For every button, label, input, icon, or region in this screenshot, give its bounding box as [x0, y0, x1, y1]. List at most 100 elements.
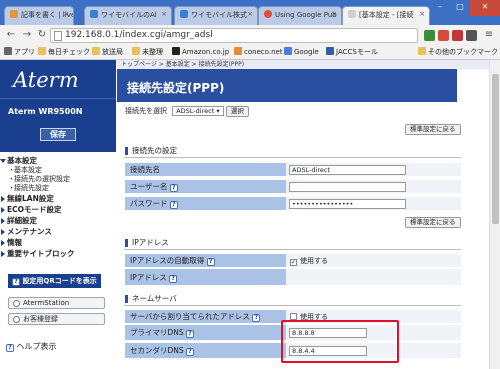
help-link[interactable]: ? ヘルプ表示 [6, 341, 57, 352]
amazon-icon [172, 47, 180, 55]
connection-select-row: 接続先を選択 ADSL-direct ▾ 選択 [125, 106, 249, 117]
blog-icon [10, 10, 18, 18]
menu-sub-connection-select[interactable]: 接続先の選択設定 [0, 175, 116, 184]
close-icon[interactable]: × [419, 10, 425, 18]
page-content: Aterm Aterm WR9500N 保存 基本設定 基本設定 接続先の選択設… [0, 60, 489, 369]
page-title: 接続先設定(PPP) [117, 69, 457, 102]
tab-ymobile-2[interactable]: ワイモバイル株式 × [174, 6, 258, 25]
scrollbar-thumb[interactable] [492, 74, 499, 224]
help-icon[interactable]: ? [186, 330, 195, 338]
folder-icon [418, 47, 426, 55]
section-name-server: ネームサーバ [124, 292, 461, 306]
aterm-logo: Aterm [0, 60, 116, 98]
extension-icon[interactable] [452, 30, 463, 41]
menu-info[interactable]: 情報 [0, 237, 116, 248]
bookmark-other[interactable]: その他のブックマーク [418, 47, 498, 57]
row-username: ユーザー名 ? [125, 180, 461, 194]
section-ip-address: IPアドレス [124, 236, 461, 250]
breadcrumb: トップページ > 基本設定 > 接続先設定(PPP) [117, 60, 489, 69]
menu-eco-mode[interactable]: ECOモード設定 [0, 204, 116, 215]
help-icon: ? [6, 344, 14, 352]
google-icon [264, 10, 272, 18]
menu-sub-basic[interactable]: 基本設定 [0, 166, 116, 175]
help-icon[interactable]: ? [206, 258, 215, 266]
section-connection-settings: 接続先の設定 [124, 144, 461, 158]
reload-icon[interactable]: ↻ [35, 28, 49, 42]
tab-aterm-settings[interactable]: [基本設定 - [接続 × [342, 6, 430, 25]
minimize-icon[interactable]: – [430, 0, 450, 16]
page-icon [54, 31, 62, 41]
bookmark-folder[interactable]: 未整理 [132, 47, 163, 57]
connection-name-input[interactable]: ADSL-direct [289, 165, 406, 175]
help-icon[interactable]: ? [169, 201, 178, 209]
folder-icon [92, 47, 100, 55]
close-icon[interactable]: × [63, 10, 69, 18]
close-icon[interactable]: × [331, 10, 337, 18]
folder-icon [132, 47, 140, 55]
gmail-icon[interactable] [438, 30, 449, 41]
help-icon[interactable]: ? [252, 314, 261, 322]
row-ip-address: IPアドレス ? [125, 269, 461, 286]
menu-icon[interactable]: ≡ [482, 28, 496, 42]
menu-maintenance[interactable]: メンテナンス [0, 226, 116, 237]
select-button[interactable]: 選択 [225, 106, 249, 117]
bookmark-coneco[interactable]: coneco.net [234, 47, 283, 56]
bookmarks-bar: アプリ 毎日チェック 放送局 未整理 Amazon.co.jp coneco.n… [0, 45, 500, 60]
window-controls: – □ ✕ [430, 0, 500, 16]
tab-bar: 記事を書く | live × ワイモバイルのAl × ワイモバイル株式 × Using… [0, 0, 500, 25]
bookmark-apps[interactable]: アプリ [4, 47, 35, 57]
password-input[interactable]: •••••••••••••••• [289, 199, 406, 209]
row-password: パスワード ? •••••••••••••••• [125, 197, 461, 211]
maximize-icon[interactable]: □ [450, 0, 470, 16]
tab-ymobile-1[interactable]: ワイモバイルのAl × [84, 6, 172, 25]
auto-ip-checkbox[interactable]: ✓ 使用する [290, 257, 328, 266]
menu-sub-connection-settings[interactable]: 接続先設定 [0, 184, 116, 193]
bookmark-folder[interactable]: 放送局 [92, 47, 123, 57]
extension-icon[interactable] [466, 30, 477, 41]
bookmark-amazon[interactable]: Amazon.co.jp [172, 47, 229, 56]
bookmark-folder[interactable]: 毎日チェック [38, 47, 90, 57]
apps-icon [4, 47, 12, 55]
bookmark-google[interactable]: Google [284, 47, 319, 56]
menu-site-block[interactable]: 重要サイトブロック [0, 248, 116, 259]
bookmark-jaccs[interactable]: JACCSモール [326, 47, 378, 57]
row-connection-name: 接続先名 ADSL-direct [125, 163, 461, 177]
atermstation-button[interactable]: AtermStation [8, 297, 105, 309]
close-icon[interactable]: × [161, 10, 167, 18]
close-icon[interactable]: × [247, 10, 253, 18]
qr-code-button[interactable]: ? 設定用QRコードを表示 [8, 274, 101, 288]
back-icon[interactable]: ← [4, 28, 18, 42]
help-icon[interactable]: ? [186, 348, 195, 356]
jaccs-icon [326, 47, 334, 55]
username-input[interactable] [289, 182, 406, 192]
forward-icon[interactable]: → [20, 28, 34, 42]
menu-basic-settings[interactable]: 基本設定 [0, 155, 116, 166]
folder-icon [38, 47, 46, 55]
help-icon[interactable]: ? [169, 275, 178, 283]
restore-defaults-button[interactable]: 標準設定に戻る [405, 124, 461, 135]
tab-blog[interactable]: 記事を書く | live × [4, 6, 74, 25]
field-label: 接続先名 [125, 163, 286, 177]
ip-address-value [286, 269, 461, 286]
sidebar-menu: 基本設定 基本設定 接続先の選択設定 接続先設定 無線LAN設定 ECOモード設… [0, 155, 116, 259]
highlight-box [281, 320, 399, 363]
coneco-icon [234, 47, 242, 55]
close-window-icon[interactable]: ✕ [470, 0, 500, 16]
address-bar[interactable]: 192.168.0.1/index.cgi/amgr_adsl [50, 28, 418, 43]
connection-select[interactable]: ADSL-direct ▾ [172, 106, 224, 116]
model-name: Aterm WR9500N [0, 98, 116, 120]
scrollbar[interactable] [489, 60, 500, 369]
menu-advanced[interactable]: 詳細設定 [0, 215, 116, 226]
menu-wireless-lan[interactable]: 無線LAN設定 [0, 193, 116, 204]
restore-defaults-button[interactable]: 標準設定に戻る [405, 217, 461, 228]
extension-icon[interactable] [424, 30, 435, 41]
row-auto-ip: IPアドレスの自動取得 ? ✓ 使用する [125, 254, 461, 268]
tab-google-dns[interactable]: Using Google Pub × [258, 6, 342, 25]
save-button[interactable]: 保存 [40, 128, 76, 141]
page-icon [90, 10, 98, 18]
browser-toolbar: ← → ↻ 192.168.0.1/index.cgi/amgr_adsl ≡ [0, 25, 500, 45]
checkmark-icon: ✓ [290, 259, 297, 266]
page-icon [348, 10, 356, 18]
help-icon[interactable]: ? [169, 184, 178, 192]
registration-button[interactable]: お客様登録 [8, 313, 105, 325]
